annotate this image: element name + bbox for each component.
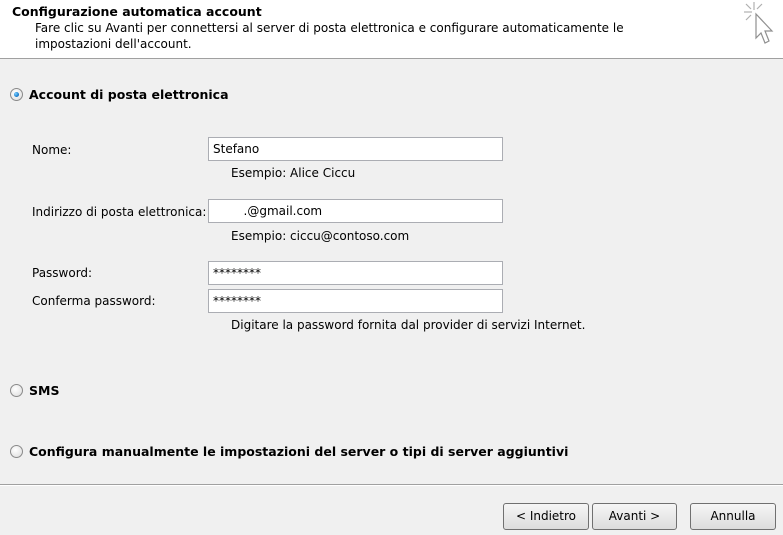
email-input[interactable]: [208, 199, 503, 223]
manual-config-radio[interactable]: [10, 445, 23, 458]
manual-config-option[interactable]: Configura manualmente le impostazioni de…: [10, 444, 568, 459]
sms-label: SMS: [29, 383, 60, 398]
password-label: Password:: [32, 266, 93, 280]
confirm-password-input[interactable]: [208, 289, 503, 313]
page-title: Configurazione automatica account: [12, 4, 262, 19]
confirm-password-label: Conferma password:: [32, 294, 156, 308]
email-account-label: Account di posta elettronica: [29, 87, 229, 102]
password-input[interactable]: [208, 261, 503, 285]
sms-option[interactable]: SMS: [10, 383, 59, 398]
name-input[interactable]: [208, 137, 503, 161]
back-button[interactable]: < Indietro: [503, 503, 589, 530]
email-account-radio[interactable]: [10, 88, 23, 101]
name-label: Nome:: [32, 143, 72, 157]
sms-radio[interactable]: [10, 384, 23, 397]
cancel-button[interactable]: Annulla: [690, 503, 776, 530]
cursor-sparkle-icon: [740, 0, 780, 53]
manual-config-label: Configura manualmente le impostazioni de…: [29, 444, 569, 459]
next-button[interactable]: Avanti >: [592, 503, 677, 530]
email-account-option[interactable]: Account di posta elettronica: [10, 87, 229, 102]
page-description: Fare clic su Avanti per connettersi al s…: [35, 21, 624, 51]
name-hint: Esempio: Alice Ciccu: [231, 166, 356, 180]
email-label: Indirizzo di posta elettronica:: [32, 205, 207, 219]
password-hint: Digitare la password fornita dal provide…: [231, 318, 586, 332]
email-hint: Esempio: ciccu@contoso.com: [231, 229, 410, 243]
footer-divider: [0, 484, 783, 486]
wizard-header: Configurazione automatica account Fare c…: [0, 0, 783, 59]
